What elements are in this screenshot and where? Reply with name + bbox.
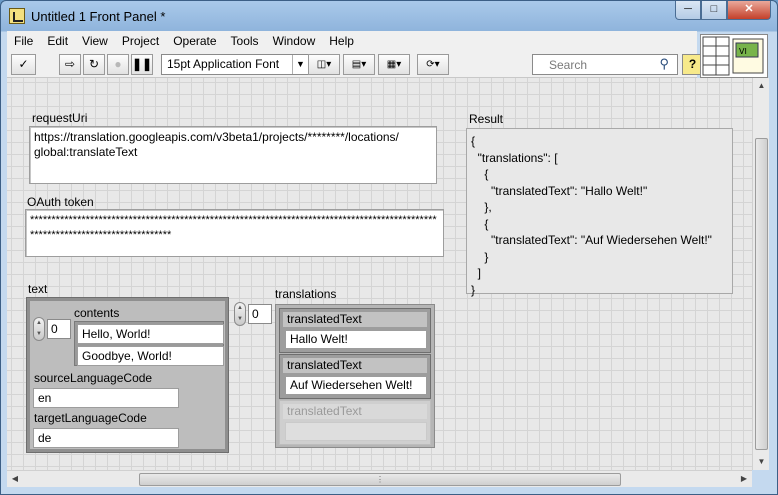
title-bar[interactable]: Untitled 1 Front Panel * ─ □ ✕ [1, 1, 777, 32]
svg-text:VI: VI [739, 47, 747, 56]
target-language-field[interactable]: de [33, 428, 179, 448]
text-cluster: contents ▲ ▼ 0 Hello, World! Goodbye, Wor… [26, 297, 229, 453]
translations-label: translations [275, 287, 337, 301]
toolbar: ✓ ⇨ ↻ ● ❚❚ 15pt Application Font ▼ ◫▾ ▤▾… [7, 52, 703, 78]
translation-element-1: translatedText Auf Wiedersehen Welt! [279, 354, 431, 399]
request-uri-label: requestUri [32, 111, 88, 125]
resize-objects-icon[interactable]: ▦▾ [378, 54, 410, 75]
font-selector[interactable]: 15pt Application Font ▼ [161, 54, 309, 75]
oauth-token-field[interactable]: ****************************************… [25, 209, 444, 257]
window-title: Untitled 1 Front Panel * [31, 9, 166, 24]
minimize-button[interactable]: ─ [675, 1, 701, 20]
translated-text-label: translatedText [283, 404, 427, 419]
menu-view[interactable]: View [75, 31, 115, 52]
window-controls: ─ □ ✕ [675, 1, 771, 21]
menu-operate[interactable]: Operate [166, 31, 223, 52]
connector-pane-graphic: VI [702, 36, 764, 76]
result-label: Result [469, 112, 504, 126]
translated-text-label: translatedText [283, 312, 427, 327]
horizontal-scrollbar[interactable]: ◀ ⋮ ▶ [7, 470, 752, 487]
contents-index-value[interactable]: 0 [47, 319, 71, 339]
scroll-up-icon[interactable]: ▲ [753, 78, 770, 94]
translation-element-2: translatedText [279, 400, 431, 445]
oauth-token-label: OAuth token [27, 195, 94, 209]
scroll-left-icon[interactable]: ◀ [7, 471, 23, 487]
run-continuously-icon[interactable]: ↻ [83, 54, 105, 75]
chevron-down-icon: ▼ [292, 55, 308, 74]
contents-item-1[interactable]: Goodbye, World! [77, 346, 224, 366]
menu-window[interactable]: Window [266, 31, 323, 52]
align-objects-icon[interactable]: ◫▾ [308, 54, 340, 75]
index-increment-decrement-icon[interactable]: ▲ ▼ [33, 317, 45, 341]
menu-help[interactable]: Help [322, 31, 361, 52]
source-language-field[interactable]: en [33, 388, 179, 408]
connector-pane-icon[interactable]: VI [700, 34, 768, 78]
menu-bar: File Edit View Project Operate Tools Win… [7, 31, 697, 52]
pause-icon[interactable]: ❚❚ [131, 54, 153, 75]
translation-element-0: translatedText Hallo Welt! [279, 308, 431, 353]
vertical-scrollbar[interactable]: ▲ ▼ [752, 78, 769, 470]
translations-index-value[interactable]: 0 [248, 304, 272, 324]
result-indicator: { "translations": [ { "translatedText": … [466, 128, 733, 297]
translated-text-value: Hallo Welt! [285, 330, 427, 349]
translated-text-value: Auf Wiedersehen Welt! [285, 376, 427, 395]
search-icon: ⚲ [659, 56, 669, 71]
horizontal-scroll-thumb[interactable]: ⋮ [139, 473, 621, 486]
text-cluster-body: contents ▲ ▼ 0 Hello, World! Goodbye, Wor… [30, 301, 225, 449]
menu-file[interactable]: File [7, 31, 40, 52]
close-button[interactable]: ✕ [727, 1, 771, 20]
index-increment-decrement-icon[interactable]: ▲ ▼ [234, 302, 246, 326]
menu-tools[interactable]: Tools [224, 31, 266, 52]
distribute-objects-icon[interactable]: ▤▾ [343, 54, 375, 75]
abort-icon[interactable]: ● [107, 54, 129, 75]
contents-label: contents [74, 306, 120, 320]
menu-edit[interactable]: Edit [40, 31, 75, 52]
front-panel-canvas: requestUri https://translation.googleapi… [7, 78, 752, 470]
target-language-label: targetLanguageCode [34, 411, 147, 425]
request-uri-field[interactable]: https://translation.googleapis.com/v3bet… [29, 126, 437, 184]
source-language-label: sourceLanguageCode [34, 371, 153, 385]
scroll-right-icon[interactable]: ▶ [736, 471, 752, 487]
translated-text-value [285, 422, 427, 441]
text-cluster-label: text [28, 282, 48, 296]
run-arrow-icon[interactable]: ⇨ [59, 54, 81, 75]
reorder-icon[interactable]: ⟳▾ [417, 54, 449, 75]
labview-vi-icon [9, 8, 25, 24]
contents-item-0[interactable]: Hello, World! [77, 324, 224, 344]
menu-project[interactable]: Project [115, 31, 166, 52]
check-icon[interactable]: ✓ [11, 54, 36, 75]
contents-index[interactable]: ▲ ▼ 0 [33, 317, 71, 341]
translations-index[interactable]: ▲ ▼ 0 [234, 302, 272, 326]
maximize-button[interactable]: □ [701, 1, 727, 20]
search-placeholder: Search [549, 58, 588, 72]
font-selector-value: 15pt Application Font [167, 57, 280, 71]
search-input[interactable]: Search ⚲ [532, 54, 678, 75]
scroll-down-icon[interactable]: ▼ [753, 454, 770, 470]
translated-text-label: translatedText [283, 358, 427, 373]
vertical-scroll-thumb[interactable] [755, 138, 768, 450]
